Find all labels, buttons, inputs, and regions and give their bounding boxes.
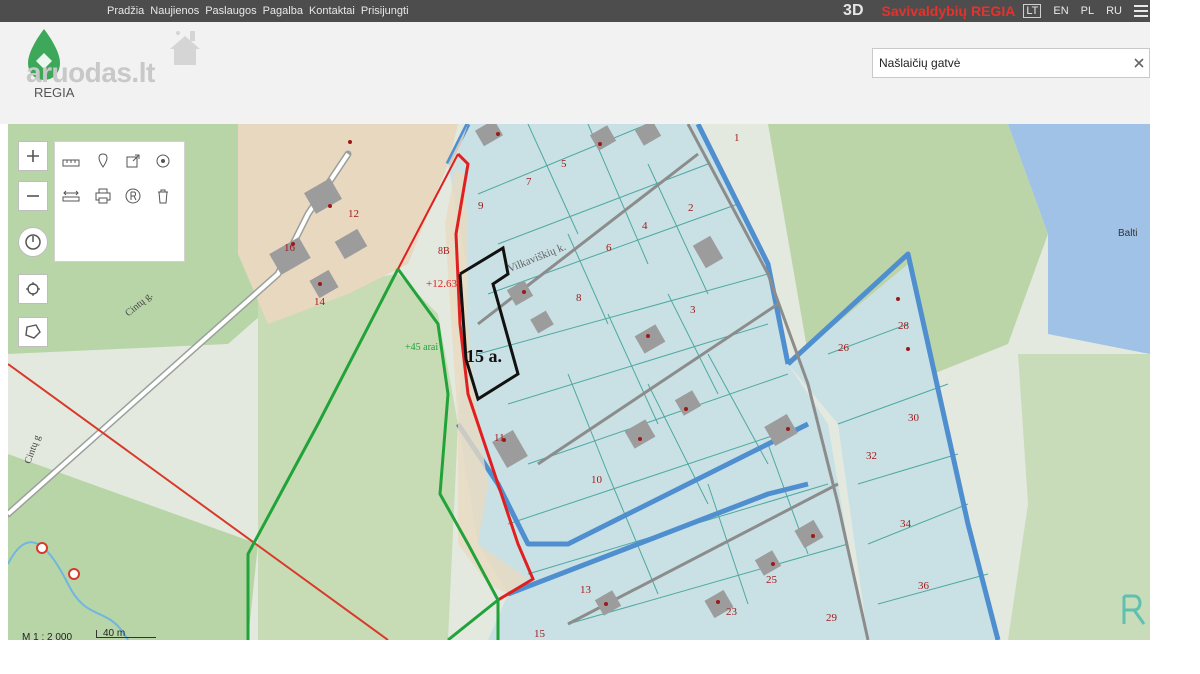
close-icon[interactable] xyxy=(1129,53,1149,73)
nav-item-pradzia[interactable]: Pradžia xyxy=(107,5,144,17)
plus-icon xyxy=(27,150,39,162)
compass-icon xyxy=(25,234,41,250)
header: aruodas.lt REGIA Našlaičių gatvė xyxy=(0,22,1150,124)
regia-icon xyxy=(125,188,141,204)
crosshair-icon xyxy=(26,282,40,296)
target-icon xyxy=(156,154,170,168)
3d-toggle[interactable]: 3D xyxy=(843,2,863,20)
hamburger-menu-icon[interactable] xyxy=(1134,5,1148,17)
print-button[interactable] xyxy=(88,181,118,211)
nav-item-pagalba[interactable]: Pagalba xyxy=(263,5,303,17)
export-button[interactable] xyxy=(118,146,148,176)
minus-icon xyxy=(27,195,39,197)
regia-watermark-icon xyxy=(1118,590,1150,634)
measure-button[interactable] xyxy=(56,146,86,176)
distance-button[interactable] xyxy=(56,181,86,211)
delete-button[interactable] xyxy=(148,181,178,211)
nav-item-naujienos[interactable]: Naujienos xyxy=(150,5,199,17)
trash-icon xyxy=(158,189,168,204)
nav-item-kontaktai[interactable]: Kontaktai xyxy=(309,5,355,17)
nav-item-prisijungti[interactable]: Prisijungti xyxy=(361,5,409,17)
marker-button[interactable] xyxy=(88,146,118,176)
locate-button[interactable] xyxy=(18,274,48,304)
brand-title: Savivaldybių REGIA xyxy=(881,3,1016,19)
lang-en[interactable]: EN xyxy=(1053,5,1068,17)
site-logo[interactable]: aruodas.lt REGIA xyxy=(22,27,202,117)
distance-icon xyxy=(62,190,80,202)
zoom-in-button[interactable] xyxy=(18,141,48,171)
scale-bar-label: 40 m xyxy=(103,628,126,639)
main-nav: Pradžia Naujienos Paslaugos Pagalba Kont… xyxy=(107,0,415,22)
ruler-icon xyxy=(62,159,80,167)
right-nav: 3D Savivaldybių REGIA LT EN PL RU xyxy=(843,0,1148,22)
zoom-out-button[interactable] xyxy=(18,181,48,211)
search-input[interactable]: Našlaičių gatvė xyxy=(879,56,1129,70)
export-icon xyxy=(126,154,140,168)
nav-item-paslaugos[interactable]: Paslaugos xyxy=(205,5,256,17)
lang-ru[interactable]: RU xyxy=(1106,5,1122,17)
target-button[interactable] xyxy=(148,146,178,176)
logo-subtitle: REGIA xyxy=(34,85,75,100)
regia-button[interactable] xyxy=(118,181,148,211)
top-nav-bar: Pradžia Naujienos Paslaugos Pagalba Kont… xyxy=(0,0,1150,22)
scale-text: M 1 : 2 000 xyxy=(22,632,73,643)
lang-pl[interactable]: PL xyxy=(1081,5,1094,17)
polygon-icon xyxy=(25,324,41,339)
scale-bar: 40 m xyxy=(96,628,156,639)
pin-icon xyxy=(98,153,108,168)
area-select-button[interactable] xyxy=(18,317,48,347)
compass-button[interactable] xyxy=(18,227,48,257)
address-search[interactable]: Našlaičių gatvė xyxy=(872,48,1150,78)
house-logo-icon xyxy=(170,31,200,65)
print-icon xyxy=(95,188,111,204)
lang-lt[interactable]: LT xyxy=(1023,4,1042,18)
